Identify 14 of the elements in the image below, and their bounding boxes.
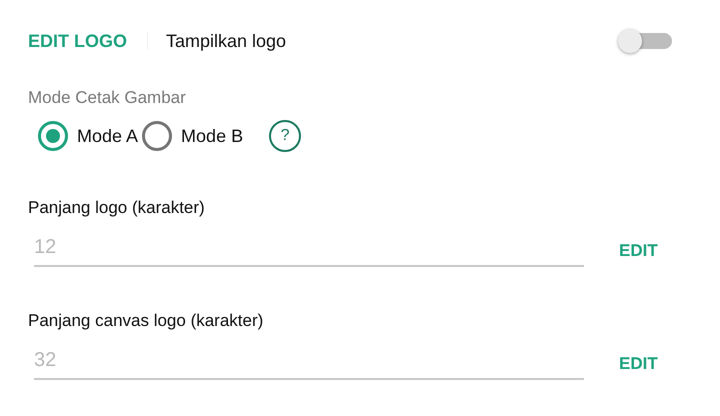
field-label: Panjang logo (karakter) — [28, 198, 206, 218]
edit-button[interactable]: EDIT — [619, 241, 658, 261]
edit-button[interactable]: EDIT — [619, 354, 658, 374]
field-label: Panjang canvas logo (karakter) — [28, 311, 264, 331]
edit-logo-button[interactable]: EDIT LOGO — [28, 30, 127, 52]
input-field[interactable]: 32 — [34, 349, 584, 380]
input-field[interactable]: 12 — [34, 236, 584, 267]
radio-label[interactable]: Mode A — [77, 126, 138, 146]
radio-button[interactable] — [38, 121, 68, 151]
toggle-label: Tampilkan logo — [166, 30, 286, 52]
help-button[interactable]: ? — [269, 120, 302, 152]
section-label: Mode Cetak Gambar — [28, 88, 187, 108]
radio-label[interactable]: Mode B — [181, 126, 244, 146]
radio-button[interactable] — [142, 121, 172, 151]
